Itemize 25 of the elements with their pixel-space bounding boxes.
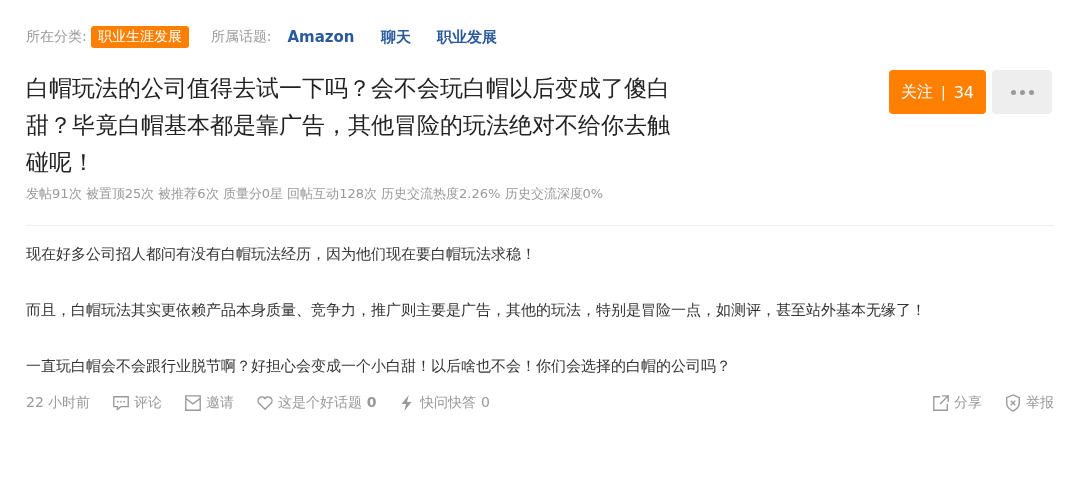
quick-action[interactable]: 快问快答 0 xyxy=(398,394,490,412)
topics-label: 所属话题: xyxy=(210,28,272,46)
comment-icon xyxy=(112,394,131,412)
topic-link[interactable]: 职业发展 xyxy=(436,27,497,47)
comment-action[interactable]: 评论 xyxy=(112,394,163,412)
more-button[interactable] xyxy=(992,70,1052,114)
share-action[interactable]: 分享 xyxy=(932,394,982,412)
category-label: 所在分类: xyxy=(26,28,87,46)
heart-icon xyxy=(256,394,275,412)
report-action[interactable]: 举报 xyxy=(1004,394,1054,412)
follow-button[interactable]: 关注 | 34 xyxy=(888,70,986,114)
post-stats: 发帖91次 被置顶25次 被推荐6次 质量分0星 回帖互动128次 历史交流热度2.26% 历史交流深度0% xyxy=(26,185,605,203)
post-time: 22 小时前 xyxy=(26,394,91,412)
envelope-icon xyxy=(184,394,203,412)
like-action[interactable]: 这是个好话题 0 xyxy=(256,394,377,412)
post-paragraph: 现在好多公司招人都问有没有白帽玩法经历，因为他们现在要白帽玩法求稳！ xyxy=(26,244,537,265)
post-title: 白帽玩法的公司值得去试一下吗？会不会玩白帽以后变成了傻白甜？毕竟白帽基本都是靠广告，其他冒险的玩法绝对不给你去触碰呢！ xyxy=(26,74,671,177)
topic-link[interactable]: Amazon xyxy=(287,28,355,46)
post-paragraph: 而且，白帽玩法其实更依赖产品本身质量、竞争力，推广则主要是广告，其他的玩法，特别是冒险一点，如测评，甚至站外基本无缘了！ xyxy=(26,300,927,321)
post-paragraph: 一直玩白帽会不会跟行业脱节啊？好担心会变成一个小白甜！以后啥也不会！你们会选择的白帽的公司吗？ xyxy=(26,356,732,377)
invite-action[interactable]: 邀请 xyxy=(184,394,235,412)
shield-icon xyxy=(1004,394,1022,412)
topic-link[interactable]: 聊天 xyxy=(380,27,411,47)
category-tag[interactable]: 职业生涯发展 xyxy=(90,26,189,48)
share-icon xyxy=(932,394,950,412)
